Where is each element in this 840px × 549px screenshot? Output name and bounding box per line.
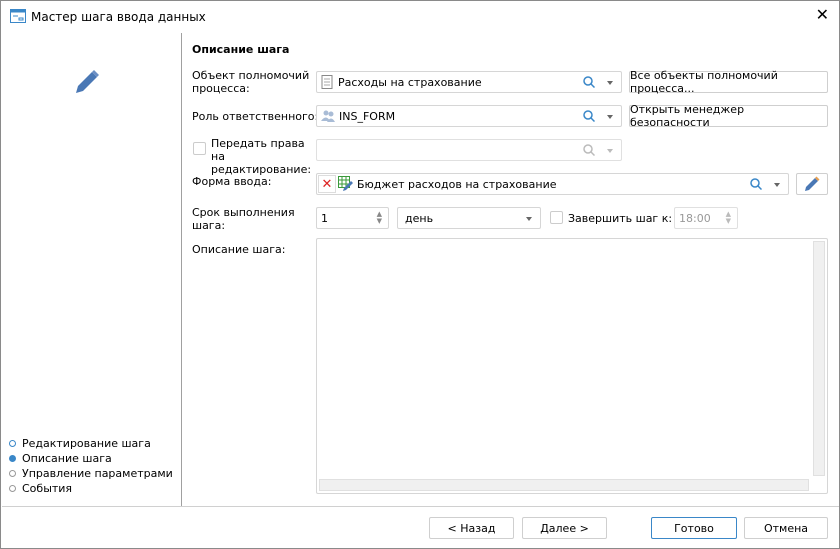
step-label: Описание шага (22, 452, 112, 465)
chevron-down-icon[interactable] (607, 115, 613, 119)
finish-button[interactable]: Готово (651, 517, 737, 539)
search-icon[interactable] (583, 110, 595, 122)
chevron-down-icon (526, 217, 532, 221)
step-label: Управление параметрами (22, 467, 173, 480)
step-dot (9, 455, 16, 462)
step-description[interactable]: Описание шага (9, 452, 112, 465)
transfer-rights-checkbox[interactable] (193, 142, 206, 155)
document-icon (321, 75, 333, 89)
transfer-rights-label: Передать права на редактирование: (211, 137, 312, 176)
open-security-manager-button[interactable]: Открыть менеджер безопасности (629, 103, 828, 129)
sidebar-divider (181, 33, 182, 506)
vertical-scrollbar[interactable] (813, 241, 825, 476)
cancel-button[interactable]: Отмена (744, 517, 828, 539)
step-dot (9, 440, 16, 447)
pencil-icon (76, 70, 99, 93)
step-label: События (22, 482, 73, 495)
search-icon[interactable] (583, 76, 595, 88)
input-form-label: Форма ввода: (192, 175, 272, 188)
deadline-unit-value: день (405, 211, 434, 225)
description-label: Описание шага: (192, 243, 286, 256)
wizard-window: Мастер шага ввода данных ✕ Редактировани… (0, 0, 840, 549)
next-button[interactable]: Далее > (522, 517, 607, 539)
authority-object-field[interactable]: Расходы на страхование (316, 71, 622, 93)
step-edit[interactable]: Редактирование шага (9, 437, 151, 450)
spinner-arrows-icon[interactable]: ▲ ▼ (377, 211, 382, 225)
chevron-down-icon (607, 149, 613, 153)
finish-time-value: 18:00 (679, 211, 711, 225)
edit-form-button[interactable] (796, 173, 828, 195)
search-icon[interactable] (750, 178, 762, 190)
grid-form-icon (338, 176, 353, 191)
authority-object-label: Объект полномочий процесса: (192, 69, 310, 95)
step-parameters[interactable]: Управление параметрами (9, 467, 173, 480)
horizontal-scrollbar[interactable] (319, 479, 809, 491)
input-form-field[interactable]: ✕ Бюджет расходов на страхование (316, 173, 789, 195)
step-dot (9, 485, 16, 492)
deadline-label: Срок выполнения шага: (192, 206, 295, 232)
search-icon (583, 144, 595, 156)
users-icon (321, 110, 335, 122)
deadline-amount-spinner[interactable]: 1 ▲ ▼ (316, 207, 389, 229)
role-label: Роль ответственного: (192, 110, 319, 123)
pencil-icon (805, 176, 820, 191)
step-label: Редактирование шага (22, 437, 151, 450)
section-title: Описание шага (192, 43, 290, 56)
back-button[interactable]: < Назад (429, 517, 514, 539)
all-authority-objects-button[interactable]: Все объекты полномочий процесса... (629, 69, 828, 95)
input-form-value: Бюджет расходов на страхование (357, 177, 557, 191)
deadline-amount-value: 1 (321, 211, 328, 225)
description-textarea[interactable] (316, 238, 828, 494)
step-events[interactable]: События (9, 482, 72, 495)
footer-divider (2, 506, 839, 507)
clear-icon[interactable]: ✕ (318, 175, 336, 193)
chevron-down-icon[interactable] (607, 81, 613, 85)
role-value: INS_FORM (339, 109, 396, 123)
deadline-unit-select[interactable]: день (397, 207, 541, 229)
window-icon (10, 9, 26, 23)
role-field[interactable]: INS_FORM (316, 105, 622, 127)
finish-step-label: Завершить шаг к: (568, 212, 673, 225)
chevron-down-icon[interactable] (774, 183, 780, 187)
spinner-arrows-icon: ▲ ▼ (725, 210, 731, 225)
transfer-rights-field[interactable] (316, 139, 622, 161)
finish-step-checkbox[interactable] (550, 211, 563, 224)
finish-time-spinner[interactable]: 18:00 ▲ ▼ (674, 207, 738, 229)
close-button[interactable]: ✕ (816, 5, 829, 24)
authority-object-value: Расходы на страхование (338, 75, 482, 89)
window-title: Мастер шага ввода данных (31, 10, 206, 24)
step-dot (9, 470, 16, 477)
